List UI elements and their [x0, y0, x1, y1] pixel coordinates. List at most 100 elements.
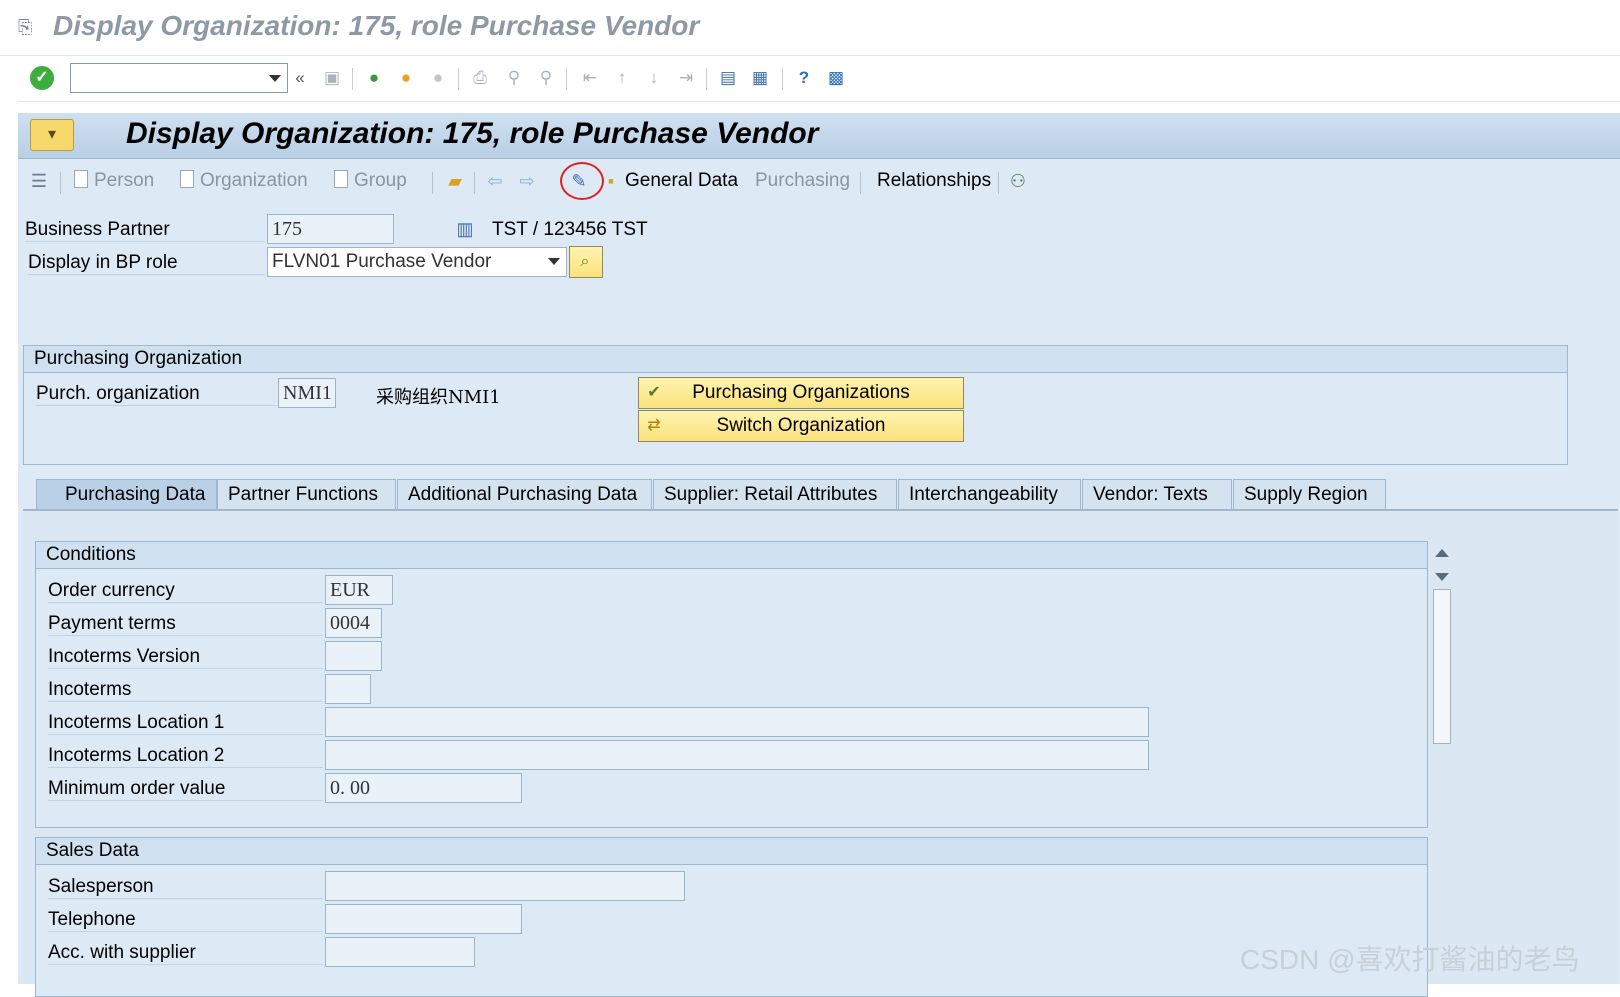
- relationships-button[interactable]: Relationships: [877, 168, 991, 194]
- telephone-field[interactable]: [325, 904, 522, 934]
- vertical-scrollbar[interactable]: [1431, 541, 1453, 984]
- customize-layout-icon[interactable]: ▩: [824, 66, 848, 90]
- incoterms-version-field[interactable]: [325, 641, 382, 671]
- separator: [860, 172, 861, 194]
- incoterms-version-label: Incoterms Version: [48, 646, 323, 669]
- cancel-icon[interactable]: ●: [426, 66, 450, 90]
- purchasing-button[interactable]: Purchasing: [755, 168, 850, 194]
- collapse-icon[interactable]: «: [288, 66, 312, 90]
- window-title-bar: ⎘ Display Organization: 175, role Purcha…: [0, 0, 1620, 56]
- incoterms-location2-label: Incoterms Location 2: [48, 745, 323, 768]
- find-icon[interactable]: ⚲: [502, 66, 526, 90]
- salesperson-label: Salesperson: [48, 876, 323, 899]
- other-bp-icon[interactable]: ▪: [598, 168, 624, 194]
- organization-button[interactable]: Organization: [180, 168, 308, 194]
- enter-icon[interactable]: ✓: [30, 66, 54, 90]
- acc-with-supplier-label: Acc. with supplier: [48, 942, 323, 965]
- purchasing-organizations-button[interactable]: ✔ Purchasing Organizations: [638, 377, 964, 409]
- group-title: Purchasing Organization: [24, 346, 1567, 373]
- business-partner-label: Business Partner: [25, 219, 265, 242]
- open-folder-icon[interactable]: ▰: [442, 168, 468, 194]
- salesperson-field[interactable]: [325, 871, 685, 901]
- incoterms-location1-label: Incoterms Location 1: [48, 712, 323, 735]
- help-icon[interactable]: ?: [792, 66, 816, 90]
- minimum-order-value-label: Minimum order value: [48, 778, 323, 801]
- switch-role-button[interactable]: ⌕: [569, 246, 603, 278]
- window-title: Display Organization: 175, role Purchase…: [53, 10, 700, 41]
- group-title: Sales Data: [36, 838, 1427, 865]
- tab-partner-functions[interactable]: Partner Functions: [217, 479, 396, 510]
- command-dropdown-icon[interactable]: [269, 75, 281, 82]
- menu-icon[interactable]: ⎘: [18, 18, 38, 36]
- tab-additional-purchasing-data[interactable]: Additional Purchasing Data: [397, 479, 652, 510]
- separator: [458, 68, 459, 90]
- watermark: CSDN @喜欢打酱油的老鸟: [1240, 944, 1580, 975]
- previous-arrow-icon[interactable]: ⇦: [482, 168, 508, 194]
- app-title-bar: ▾ Display Organization: 175, role Purcha…: [18, 113, 1620, 159]
- purch-org-field[interactable]: NMI1: [278, 378, 336, 408]
- scroll-up-icon[interactable]: [1435, 549, 1449, 557]
- command-field[interactable]: [70, 63, 288, 93]
- tab-vendor-texts[interactable]: Vendor: Texts: [1082, 479, 1232, 510]
- print-icon[interactable]: ⎙: [468, 66, 492, 90]
- search-icon: ⌕: [580, 253, 590, 270]
- document-icon: [334, 170, 348, 188]
- next-page-icon[interactable]: ↓: [642, 66, 666, 90]
- shortcut-icon[interactable]: ▦: [748, 66, 772, 90]
- find-next-icon[interactable]: ⚲: [534, 66, 558, 90]
- purch-org-description: 采购组织NMI1: [376, 387, 501, 408]
- general-data-button[interactable]: General Data: [625, 168, 738, 194]
- purchasing-organizations-label: Purchasing Organizations: [692, 382, 910, 403]
- business-partner-field[interactable]: 175: [267, 214, 394, 244]
- person-label: Person: [94, 170, 155, 191]
- document-icon: [74, 170, 88, 188]
- separator: [998, 172, 999, 194]
- back-icon[interactable]: ●: [362, 66, 386, 90]
- app-menu-icon[interactable]: ▾: [30, 119, 74, 151]
- group-title: Conditions: [36, 542, 1427, 569]
- tab-supplier-retail-attributes[interactable]: Supplier: Retail Attributes: [653, 479, 897, 510]
- display-in-bp-role-label: Display in BP role: [28, 252, 265, 275]
- switch-icon: ⇄: [647, 417, 661, 434]
- incoterms-location2-field[interactable]: [325, 740, 1149, 770]
- separator: [474, 172, 475, 194]
- group-label: Group: [354, 170, 407, 191]
- application-toolbar: ☰ Person Organization Group ▰ ⇦ ⇨ ✎ ▪ Ge…: [18, 160, 1620, 202]
- tab-purchasing-data[interactable]: Purchasing Data: [36, 479, 217, 510]
- group-button[interactable]: Group: [334, 168, 407, 194]
- system-toolbar: ✓ « ▣ ● ● ● ⎙ ⚲ ⚲ ⇤ ↑ ↓ ⇥ ▤ ▦ ? ▩: [18, 56, 1620, 102]
- last-page-icon[interactable]: ⇥: [674, 66, 698, 90]
- switch-organization-button[interactable]: ⇄ Switch Organization: [638, 410, 964, 442]
- scroll-thumb[interactable]: [1433, 589, 1451, 744]
- app-title: Display Organization: 175, role Purchase…: [126, 117, 819, 150]
- save-icon[interactable]: ▣: [320, 66, 344, 90]
- partner-overview-icon[interactable]: ⚇: [1005, 168, 1031, 194]
- prev-page-icon[interactable]: ↑: [610, 66, 634, 90]
- payment-terms-field[interactable]: 0004: [325, 608, 382, 638]
- bp-role-select[interactable]: FLVN01 Purchase Vendor: [267, 247, 567, 277]
- payment-terms-label: Payment terms: [48, 613, 323, 636]
- order-currency-field[interactable]: EUR: [325, 575, 393, 605]
- incoterms-field[interactable]: [325, 674, 371, 704]
- scroll-down-icon[interactable]: [1435, 573, 1449, 581]
- organization-label: Organization: [200, 170, 308, 191]
- tab-supply-region[interactable]: Supply Region: [1233, 479, 1386, 510]
- exit-icon[interactable]: ●: [394, 66, 418, 90]
- chevron-down-icon[interactable]: [548, 258, 560, 265]
- tab-interchangeability[interactable]: Interchangeability: [898, 479, 1081, 510]
- switch-organization-label: Switch Organization: [716, 415, 886, 436]
- telephone-label: Telephone: [48, 909, 323, 932]
- person-button[interactable]: Person: [74, 168, 154, 194]
- separator: [352, 68, 353, 90]
- incoterms-location1-field[interactable]: [325, 707, 1149, 737]
- new-session-icon[interactable]: ▤: [716, 66, 740, 90]
- first-page-icon[interactable]: ⇤: [578, 66, 602, 90]
- next-arrow-icon[interactable]: ⇨: [514, 168, 540, 194]
- purch-org-label: Purch. organization: [36, 383, 276, 406]
- list-icon[interactable]: ☰: [26, 168, 52, 194]
- incoterms-label: Incoterms: [48, 679, 323, 702]
- separator: [782, 68, 783, 90]
- check-icon: ✔: [647, 384, 661, 401]
- acc-with-supplier-field[interactable]: [325, 937, 475, 967]
- minimum-order-value-field[interactable]: 0. 00: [325, 773, 522, 803]
